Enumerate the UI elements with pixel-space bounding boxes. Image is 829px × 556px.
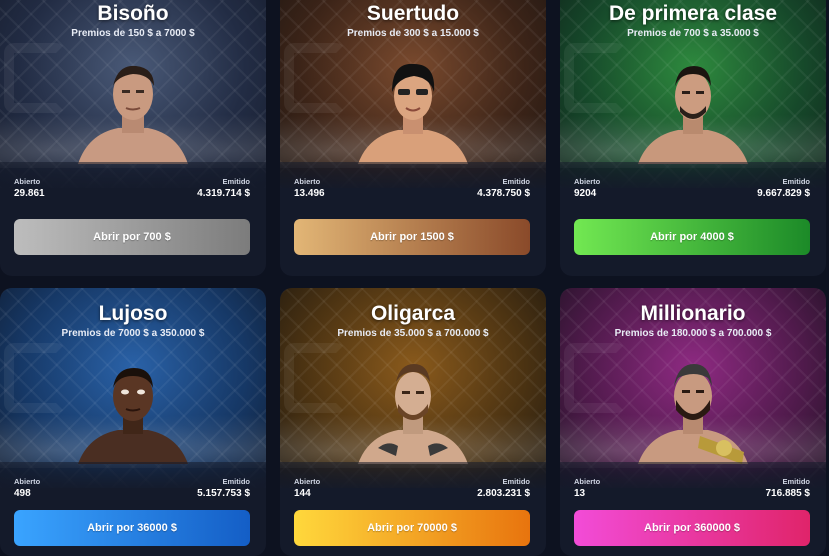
opened-label: Abierto	[294, 477, 321, 486]
case-grid: Bisoño Premios de 150 $ a 7000 $ Abierto…	[0, 0, 829, 556]
brand-watermark-icon	[284, 43, 346, 113]
case-prize-range: Premios de 150 $ a 7000 $	[71, 28, 195, 39]
case-title: Oligarca	[370, 302, 456, 325]
case-title: Bisoño	[97, 2, 169, 25]
case-card-lujoso[interactable]: Lujoso Premios de 7000 $ a 350.000 $ Abi…	[0, 288, 266, 556]
opened-count: 13.496	[294, 188, 325, 199]
case-card-de-primera-clase[interactable]: De primera clase Premios de 700 $ a 35.0…	[560, 0, 826, 276]
brand-watermark-icon	[4, 43, 66, 113]
case-title: Lujoso	[98, 302, 168, 325]
issued-label: Emitido	[222, 477, 251, 486]
fighter-portrait-icon	[358, 364, 468, 464]
case-card-suertudo[interactable]: Suertudo Premios de 300 $ a 15.000 $ Abi…	[280, 0, 546, 276]
opened-label: Abierto	[574, 177, 601, 186]
fighter-portrait-icon	[638, 66, 748, 164]
case-title: Suertudo	[366, 2, 460, 25]
fighter-portrait-icon	[358, 63, 468, 164]
case-title: Millionario	[640, 302, 746, 325]
opened-label: Abierto	[574, 477, 601, 486]
opened-count: 9204	[574, 188, 597, 199]
case-title: De primera clase	[608, 2, 778, 25]
opened-label: Abierto	[14, 477, 41, 486]
issued-amount: 716.885 $	[765, 488, 811, 499]
issued-amount: 4.319.714 $	[197, 188, 250, 199]
issued-label: Emitido	[222, 177, 251, 186]
opened-count: 13	[574, 488, 586, 499]
case-prize-range: Premios de 35.000 $ a 700.000 $	[337, 328, 489, 339]
case-card-bisono[interactable]: Bisoño Premios de 150 $ a 7000 $ Abierto…	[0, 0, 266, 276]
case-card-oligarca[interactable]: Oligarca Premios de 35.000 $ a 700.000 $…	[280, 288, 546, 556]
case-prize-range: Premios de 180.000 $ a 700.000 $	[614, 328, 772, 339]
issued-label: Emitido	[502, 477, 531, 486]
open-case-button[interactable]: Abrir por 360000 $	[574, 510, 810, 546]
open-case-button[interactable]: Abrir por 4000 $	[574, 219, 810, 255]
case-prize-range: Premios de 700 $ a 35.000 $	[627, 28, 759, 39]
case-prize-range: Premios de 7000 $ a 350.000 $	[61, 328, 205, 339]
case-prize-range: Premios de 300 $ a 15.000 $	[347, 28, 479, 39]
issued-amount: 9.667.829 $	[757, 188, 810, 199]
issued-label: Emitido	[502, 177, 531, 186]
issued-amount: 4.378.750 $	[477, 188, 530, 199]
open-case-button[interactable]: Abrir por 700 $	[14, 219, 250, 255]
open-case-button[interactable]: Abrir por 1500 $	[294, 219, 530, 255]
fighter-portrait-icon	[78, 368, 188, 464]
opened-count: 29.861	[14, 188, 45, 199]
opened-count: 144	[294, 488, 311, 499]
opened-label: Abierto	[294, 177, 321, 186]
issued-amount: 5.157.753 $	[197, 488, 250, 499]
issued-label: Emitido	[782, 477, 811, 486]
brand-watermark-icon	[4, 343, 66, 413]
brand-watermark-icon	[564, 343, 626, 413]
brand-watermark-icon	[284, 343, 346, 413]
issued-amount: 2.803.231 $	[477, 488, 530, 499]
opened-count: 498	[14, 488, 31, 499]
open-case-button[interactable]: Abrir por 36000 $	[14, 510, 250, 546]
case-card-millionario[interactable]: Millionario Premios de 180.000 $ a 700.0…	[560, 288, 826, 556]
open-case-button[interactable]: Abrir por 70000 $	[294, 510, 530, 546]
fighter-portrait-icon	[78, 65, 188, 164]
fighter-portrait-icon	[638, 364, 748, 464]
issued-label: Emitido	[782, 177, 811, 186]
brand-watermark-icon	[564, 43, 626, 113]
opened-label: Abierto	[14, 177, 41, 186]
